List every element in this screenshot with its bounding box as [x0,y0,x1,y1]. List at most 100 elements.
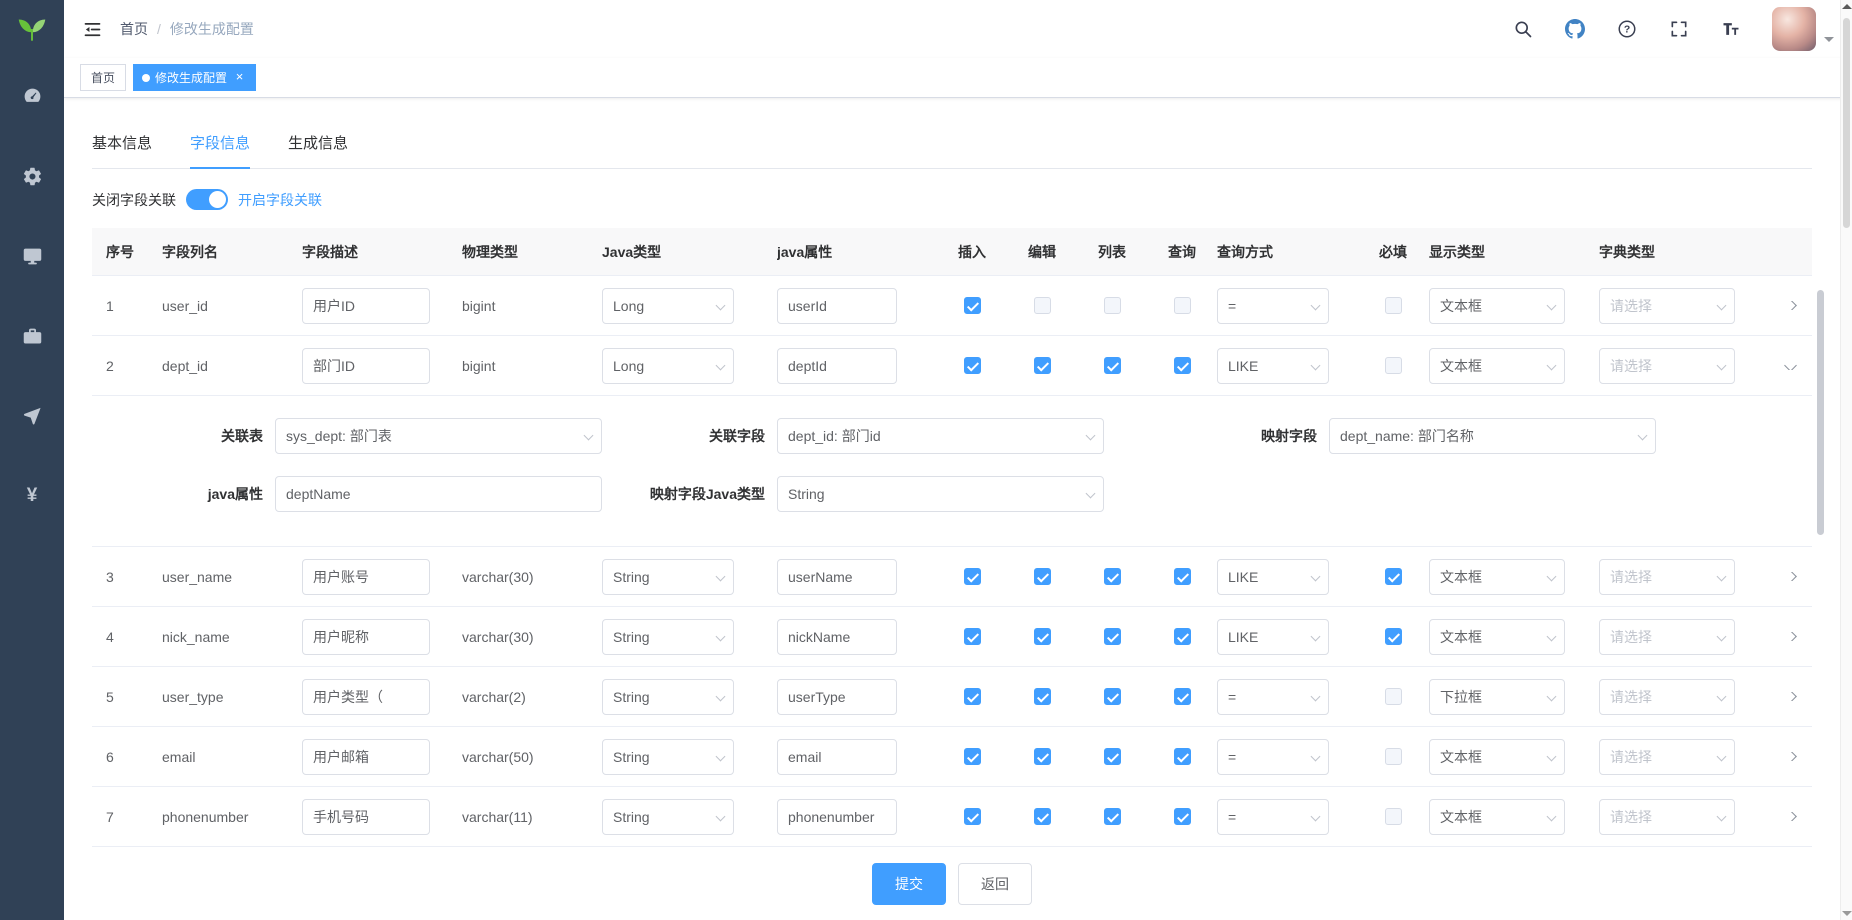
font-size-icon[interactable] [1720,18,1742,40]
edit-checkbox[interactable] [1034,628,1051,645]
java-type-select[interactable]: String [602,739,734,775]
query-checkbox[interactable] [1174,748,1191,765]
query-checkbox[interactable] [1174,808,1191,825]
list-checkbox[interactable] [1104,748,1121,765]
tab-gen[interactable]: 生成信息 [288,120,348,168]
dict-type-select[interactable]: 请选择 [1599,739,1735,775]
display-type-select[interactable]: 下拉框 [1429,679,1565,715]
insert-checkbox[interactable] [964,628,981,645]
java-type-select[interactable]: Long [602,288,734,324]
guide-icon[interactable] [20,404,44,428]
query-checkbox[interactable] [1174,568,1191,585]
column-desc-input[interactable] [302,799,430,835]
required-checkbox[interactable] [1385,628,1402,645]
java-prop-input[interactable] [777,799,897,835]
column-desc-input[interactable] [302,559,430,595]
fullscreen-icon[interactable] [1668,18,1690,40]
query-mode-select[interactable]: = [1217,739,1329,775]
system-icon[interactable] [20,164,44,188]
relation-switch[interactable] [186,189,228,210]
expand-row-icon[interactable] [1784,812,1797,821]
display-type-select[interactable]: 文本框 [1429,619,1565,655]
column-desc-input[interactable] [302,739,430,775]
list-checkbox[interactable] [1104,688,1121,705]
pay-icon[interactable]: ¥ [20,484,44,508]
tab-basic[interactable]: 基本信息 [92,120,152,168]
expand-row-icon[interactable] [1784,632,1797,641]
java-prop-input[interactable] [777,559,897,595]
app-logo[interactable] [0,0,64,58]
collapse-row-icon[interactable] [1784,361,1797,370]
sidebar-toggle-icon[interactable] [82,18,104,40]
dict-type-select[interactable]: 请选择 [1599,799,1735,835]
submit-button[interactable]: 提交 [872,863,946,905]
search-icon[interactable] [1512,18,1534,40]
display-type-select[interactable]: 文本框 [1429,348,1565,384]
dict-type-select[interactable]: 请选择 [1599,348,1735,384]
list-checkbox[interactable] [1104,568,1121,585]
dict-type-select[interactable]: 请选择 [1599,679,1735,715]
page-scrollbar[interactable] [1840,0,1852,920]
list-checkbox[interactable] [1104,357,1121,374]
query-mode-select[interactable]: = [1217,679,1329,715]
edit-checkbox[interactable] [1034,748,1051,765]
relation-table-select[interactable]: sys_dept: 部门表 [275,418,602,454]
java-prop-input[interactable] [777,739,897,775]
column-desc-input[interactable] [302,619,430,655]
java-prop-input[interactable] [777,348,897,384]
relation-field-select[interactable]: dept_id: 部门id [777,418,1104,454]
list-checkbox[interactable] [1104,808,1121,825]
java-prop-input[interactable] [777,679,897,715]
java-type-select[interactable]: String [602,559,734,595]
expand-row-icon[interactable] [1784,752,1797,761]
query-mode-select[interactable]: = [1217,288,1329,324]
query-mode-select[interactable]: = [1217,799,1329,835]
query-checkbox[interactable] [1174,357,1191,374]
column-desc-input[interactable] [302,288,430,324]
display-type-select[interactable]: 文本框 [1429,739,1565,775]
table-scrollbar-thumb[interactable] [1817,290,1824,535]
query-checkbox[interactable] [1174,628,1191,645]
java-type-select[interactable]: Long [602,348,734,384]
breadcrumb-item[interactable]: 首页 [120,19,148,39]
required-checkbox[interactable] [1385,748,1402,765]
query-mode-select[interactable]: LIKE [1217,559,1329,595]
java-prop-input[interactable] [777,288,897,324]
monitor-icon[interactable] [20,244,44,268]
expand-row-icon[interactable] [1784,692,1797,701]
query-checkbox[interactable] [1174,688,1191,705]
edit-checkbox[interactable] [1034,357,1051,374]
insert-checkbox[interactable] [964,688,981,705]
query-mode-select[interactable]: LIKE [1217,348,1329,384]
edit-checkbox[interactable] [1034,568,1051,585]
question-icon[interactable]: ? [1616,18,1638,40]
display-type-select[interactable]: 文本框 [1429,799,1565,835]
tab-columns[interactable]: 字段信息 [190,120,250,168]
display-type-select[interactable]: 文本框 [1429,559,1565,595]
required-checkbox[interactable] [1385,568,1402,585]
back-button[interactable]: 返回 [958,863,1032,905]
java-type-select[interactable]: String [602,679,734,715]
display-type-select[interactable]: 文本框 [1429,288,1565,324]
scroll-up-arrow-icon[interactable] [1842,4,1852,9]
tag-close-icon[interactable]: × [232,70,247,85]
insert-checkbox[interactable] [964,748,981,765]
edit-checkbox[interactable] [1034,688,1051,705]
insert-checkbox[interactable] [964,357,981,374]
query-checkbox[interactable] [1174,297,1191,314]
edit-checkbox[interactable] [1034,297,1051,314]
tag-item[interactable]: 首页 [80,64,126,91]
java-type-select[interactable]: String [602,799,734,835]
java-prop-input[interactable] [777,619,897,655]
insert-checkbox[interactable] [964,568,981,585]
insert-checkbox[interactable] [964,297,981,314]
dict-type-select[interactable]: 请选择 [1599,288,1735,324]
required-checkbox[interactable] [1385,688,1402,705]
java-type-select[interactable]: String [602,619,734,655]
query-mode-select[interactable]: LIKE [1217,619,1329,655]
avatar[interactable] [1772,7,1816,51]
list-checkbox[interactable] [1104,628,1121,645]
column-desc-input[interactable] [302,679,430,715]
list-checkbox[interactable] [1104,297,1121,314]
github-icon[interactable] [1564,18,1586,40]
